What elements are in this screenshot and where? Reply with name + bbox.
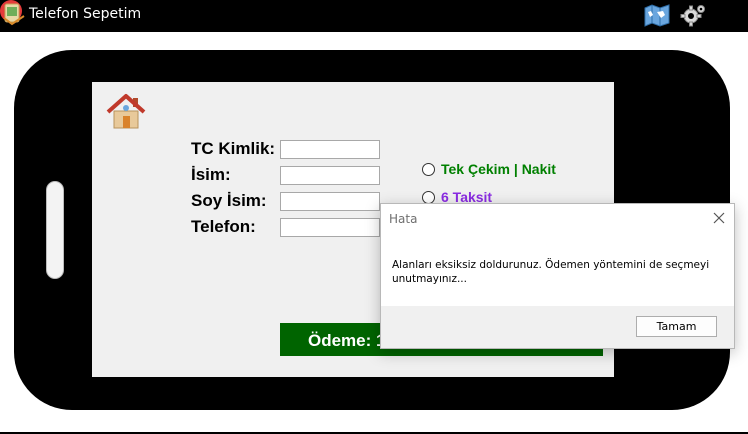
dialog-title: Hata bbox=[389, 212, 418, 226]
dialog-message: Alanları eksiksiz doldurunuz. Ödemen yön… bbox=[392, 259, 710, 285]
gear-icon[interactable] bbox=[680, 3, 706, 27]
window-title: Telefon Sepetim bbox=[29, 6, 142, 22]
dialog-footer: Tamam bbox=[381, 306, 734, 348]
tc-kimlik-label: TC Kimlik: bbox=[191, 139, 276, 158]
telefon-input[interactable] bbox=[280, 218, 380, 237]
title-bar: Telefon Sepetim bbox=[0, 0, 748, 32]
soy-isim-input[interactable] bbox=[280, 192, 380, 211]
ok-button[interactable]: Tamam bbox=[636, 316, 717, 337]
telefon-label: Telefon: bbox=[191, 217, 256, 236]
world-map-icon[interactable] bbox=[644, 3, 670, 27]
close-icon[interactable] bbox=[711, 210, 727, 226]
radio-button[interactable] bbox=[422, 162, 435, 176]
radio-tek-cekim[interactable]: Tek Çekim | Nakit bbox=[422, 160, 556, 178]
tc-kimlik-input[interactable] bbox=[280, 140, 380, 159]
isim-input[interactable] bbox=[280, 166, 380, 185]
isim-label: İsim: bbox=[191, 165, 231, 184]
tek-cekim-label: Tek Çekim | Nakit bbox=[441, 161, 556, 177]
radio-button[interactable] bbox=[422, 190, 435, 204]
app-icon bbox=[3, 3, 25, 26]
error-dialog: Hata Alanları eksiksiz doldurunuz. Ödeme… bbox=[380, 203, 735, 349]
home-icon[interactable] bbox=[105, 92, 147, 130]
soy-isim-label: Soy İsim: bbox=[191, 191, 267, 210]
phone-side-button bbox=[46, 181, 64, 279]
